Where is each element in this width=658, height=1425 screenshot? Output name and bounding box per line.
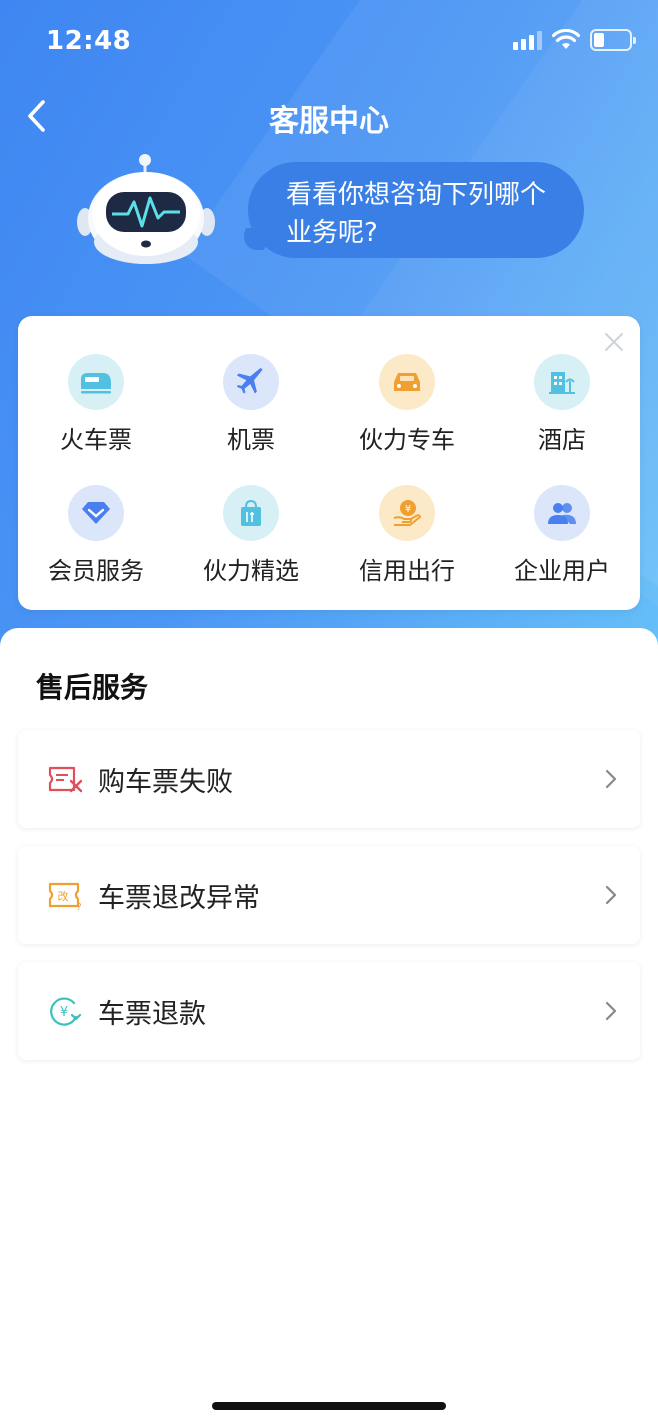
train-icon	[68, 354, 124, 410]
status-icons	[513, 28, 636, 52]
category-credit-travel[interactable]: ¥ 信用出行	[329, 485, 485, 586]
car-icon	[379, 354, 435, 410]
category-car[interactable]: 伙力专车	[329, 354, 485, 455]
close-icon[interactable]	[602, 330, 626, 354]
svg-text:¥: ¥	[405, 504, 411, 515]
svg-text:?: ?	[76, 902, 81, 911]
ticket-change-row[interactable]: 改 ? 车票退改异常	[18, 846, 640, 944]
after-sales-sheet: 售后服务 购车票失败 改 ? 车票退改异常 ¥ 车票退款	[0, 628, 658, 1425]
category-label: 信用出行	[359, 557, 455, 585]
category-flight[interactable]: 机票	[173, 354, 329, 455]
category-membership[interactable]: 会员服务	[18, 485, 174, 586]
category-train[interactable]: 火车票	[18, 354, 174, 455]
category-enterprise[interactable]: 企业用户	[484, 485, 640, 586]
diamond-icon	[68, 485, 124, 541]
assistant-greeting-bubble: 看看你想咨询下列哪个 业务呢?	[248, 162, 584, 258]
airplane-icon	[223, 354, 279, 410]
refund-row[interactable]: ¥ 车票退款	[18, 962, 640, 1060]
category-label: 机票	[227, 426, 275, 454]
purchase-failed-row[interactable]: 购车票失败	[18, 730, 640, 828]
category-card: 火车票 机票 伙力专车 酒店 会员服务 伙力精选 ¥ 信用出行 企业用户	[18, 316, 640, 610]
row-label: 购车票失败	[98, 767, 233, 798]
shopping-bag-icon	[223, 485, 279, 541]
svg-text:¥: ¥	[60, 1005, 68, 1020]
category-label: 火车票	[60, 426, 132, 454]
chevron-right-icon	[605, 1001, 617, 1021]
category-label: 会员服务	[48, 557, 144, 585]
category-label: 企业用户	[514, 557, 610, 585]
greeting-line-1: 看看你想咨询下列哪个	[286, 180, 547, 210]
svg-text:改: 改	[58, 889, 69, 903]
hotel-icon	[534, 354, 590, 410]
category-hotel[interactable]: 酒店	[484, 354, 640, 455]
coin-hand-icon: ¥	[379, 485, 435, 541]
robot-assistant-icon	[77, 154, 215, 264]
wifi-icon	[552, 29, 580, 49]
refund-icon: ¥	[50, 997, 82, 1026]
greeting-line-2: 业务呢?	[286, 218, 378, 248]
chevron-right-icon	[605, 769, 617, 789]
category-label: 伙力专车	[359, 426, 455, 454]
row-label: 车票退改异常	[98, 883, 260, 914]
page-title: 客服中心	[269, 104, 389, 139]
status-time: 12:48	[46, 26, 132, 56]
category-selection[interactable]: 伙力精选	[173, 485, 329, 586]
ticket-change-icon: 改 ?	[48, 882, 82, 911]
section-title: 售后服务	[36, 671, 149, 704]
row-label: 车票退款	[98, 999, 206, 1030]
cellular-signal-icon	[513, 30, 542, 50]
home-indicator[interactable]	[212, 1402, 446, 1410]
category-label: 酒店	[538, 426, 586, 454]
category-label: 伙力精选	[203, 557, 299, 585]
ticket-fail-icon	[48, 766, 83, 793]
users-icon	[534, 485, 590, 541]
battery-icon	[590, 29, 636, 51]
chevron-right-icon	[605, 885, 617, 905]
